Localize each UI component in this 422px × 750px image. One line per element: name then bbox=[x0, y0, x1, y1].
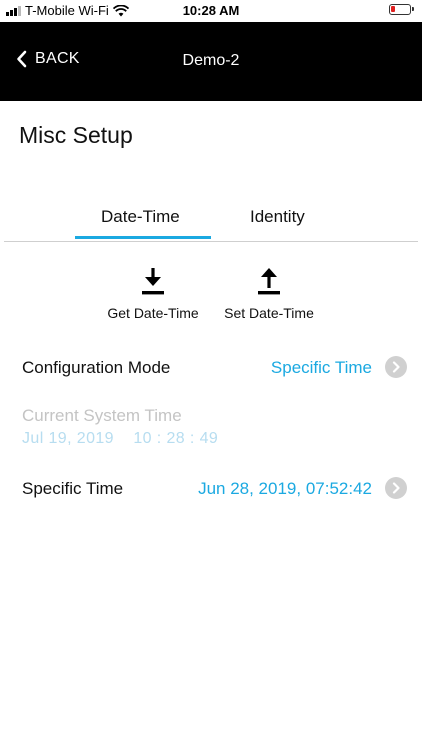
status-time: 10:28 AM bbox=[182, 3, 240, 18]
battery-icon bbox=[389, 4, 414, 15]
get-date-time-label: Get Date-Time bbox=[107, 305, 199, 321]
download-icon bbox=[142, 268, 164, 295]
specific-time-value[interactable]: Jun 28, 2019, 07:52:42 bbox=[198, 479, 372, 499]
nav-bar: BACK Demo-2 bbox=[0, 22, 422, 101]
get-date-time-button[interactable]: Get Date-Time bbox=[103, 266, 203, 321]
upload-icon bbox=[258, 268, 280, 295]
page-title: Misc Setup bbox=[19, 122, 133, 148]
current-system-time-value: Jul 19, 2019 10 : 28 : 49 bbox=[22, 430, 219, 447]
configuration-mode-chevron-icon[interactable] bbox=[385, 356, 407, 378]
tab-bar: Date-Time Identity bbox=[4, 196, 418, 242]
configuration-mode-value[interactable]: Specific Time bbox=[271, 358, 372, 378]
current-system-time-label: Current System Time bbox=[22, 406, 182, 425]
set-date-time-button[interactable]: Set Date-Time bbox=[219, 266, 319, 321]
active-tab-indicator bbox=[75, 236, 211, 239]
set-date-time-label: Set Date-Time bbox=[224, 305, 314, 321]
configuration-mode-label: Configuration Mode bbox=[22, 358, 171, 377]
specific-time-label: Specific Time bbox=[22, 479, 124, 498]
status-bar: T-Mobile Wi-Fi 10:28 AM bbox=[0, 0, 422, 22]
tab-date-time[interactable]: Date-Time bbox=[101, 207, 180, 227]
specific-time-chevron-icon[interactable] bbox=[385, 477, 407, 499]
nav-title: Demo-2 bbox=[182, 52, 240, 69]
tab-identity[interactable]: Identity bbox=[250, 207, 305, 227]
